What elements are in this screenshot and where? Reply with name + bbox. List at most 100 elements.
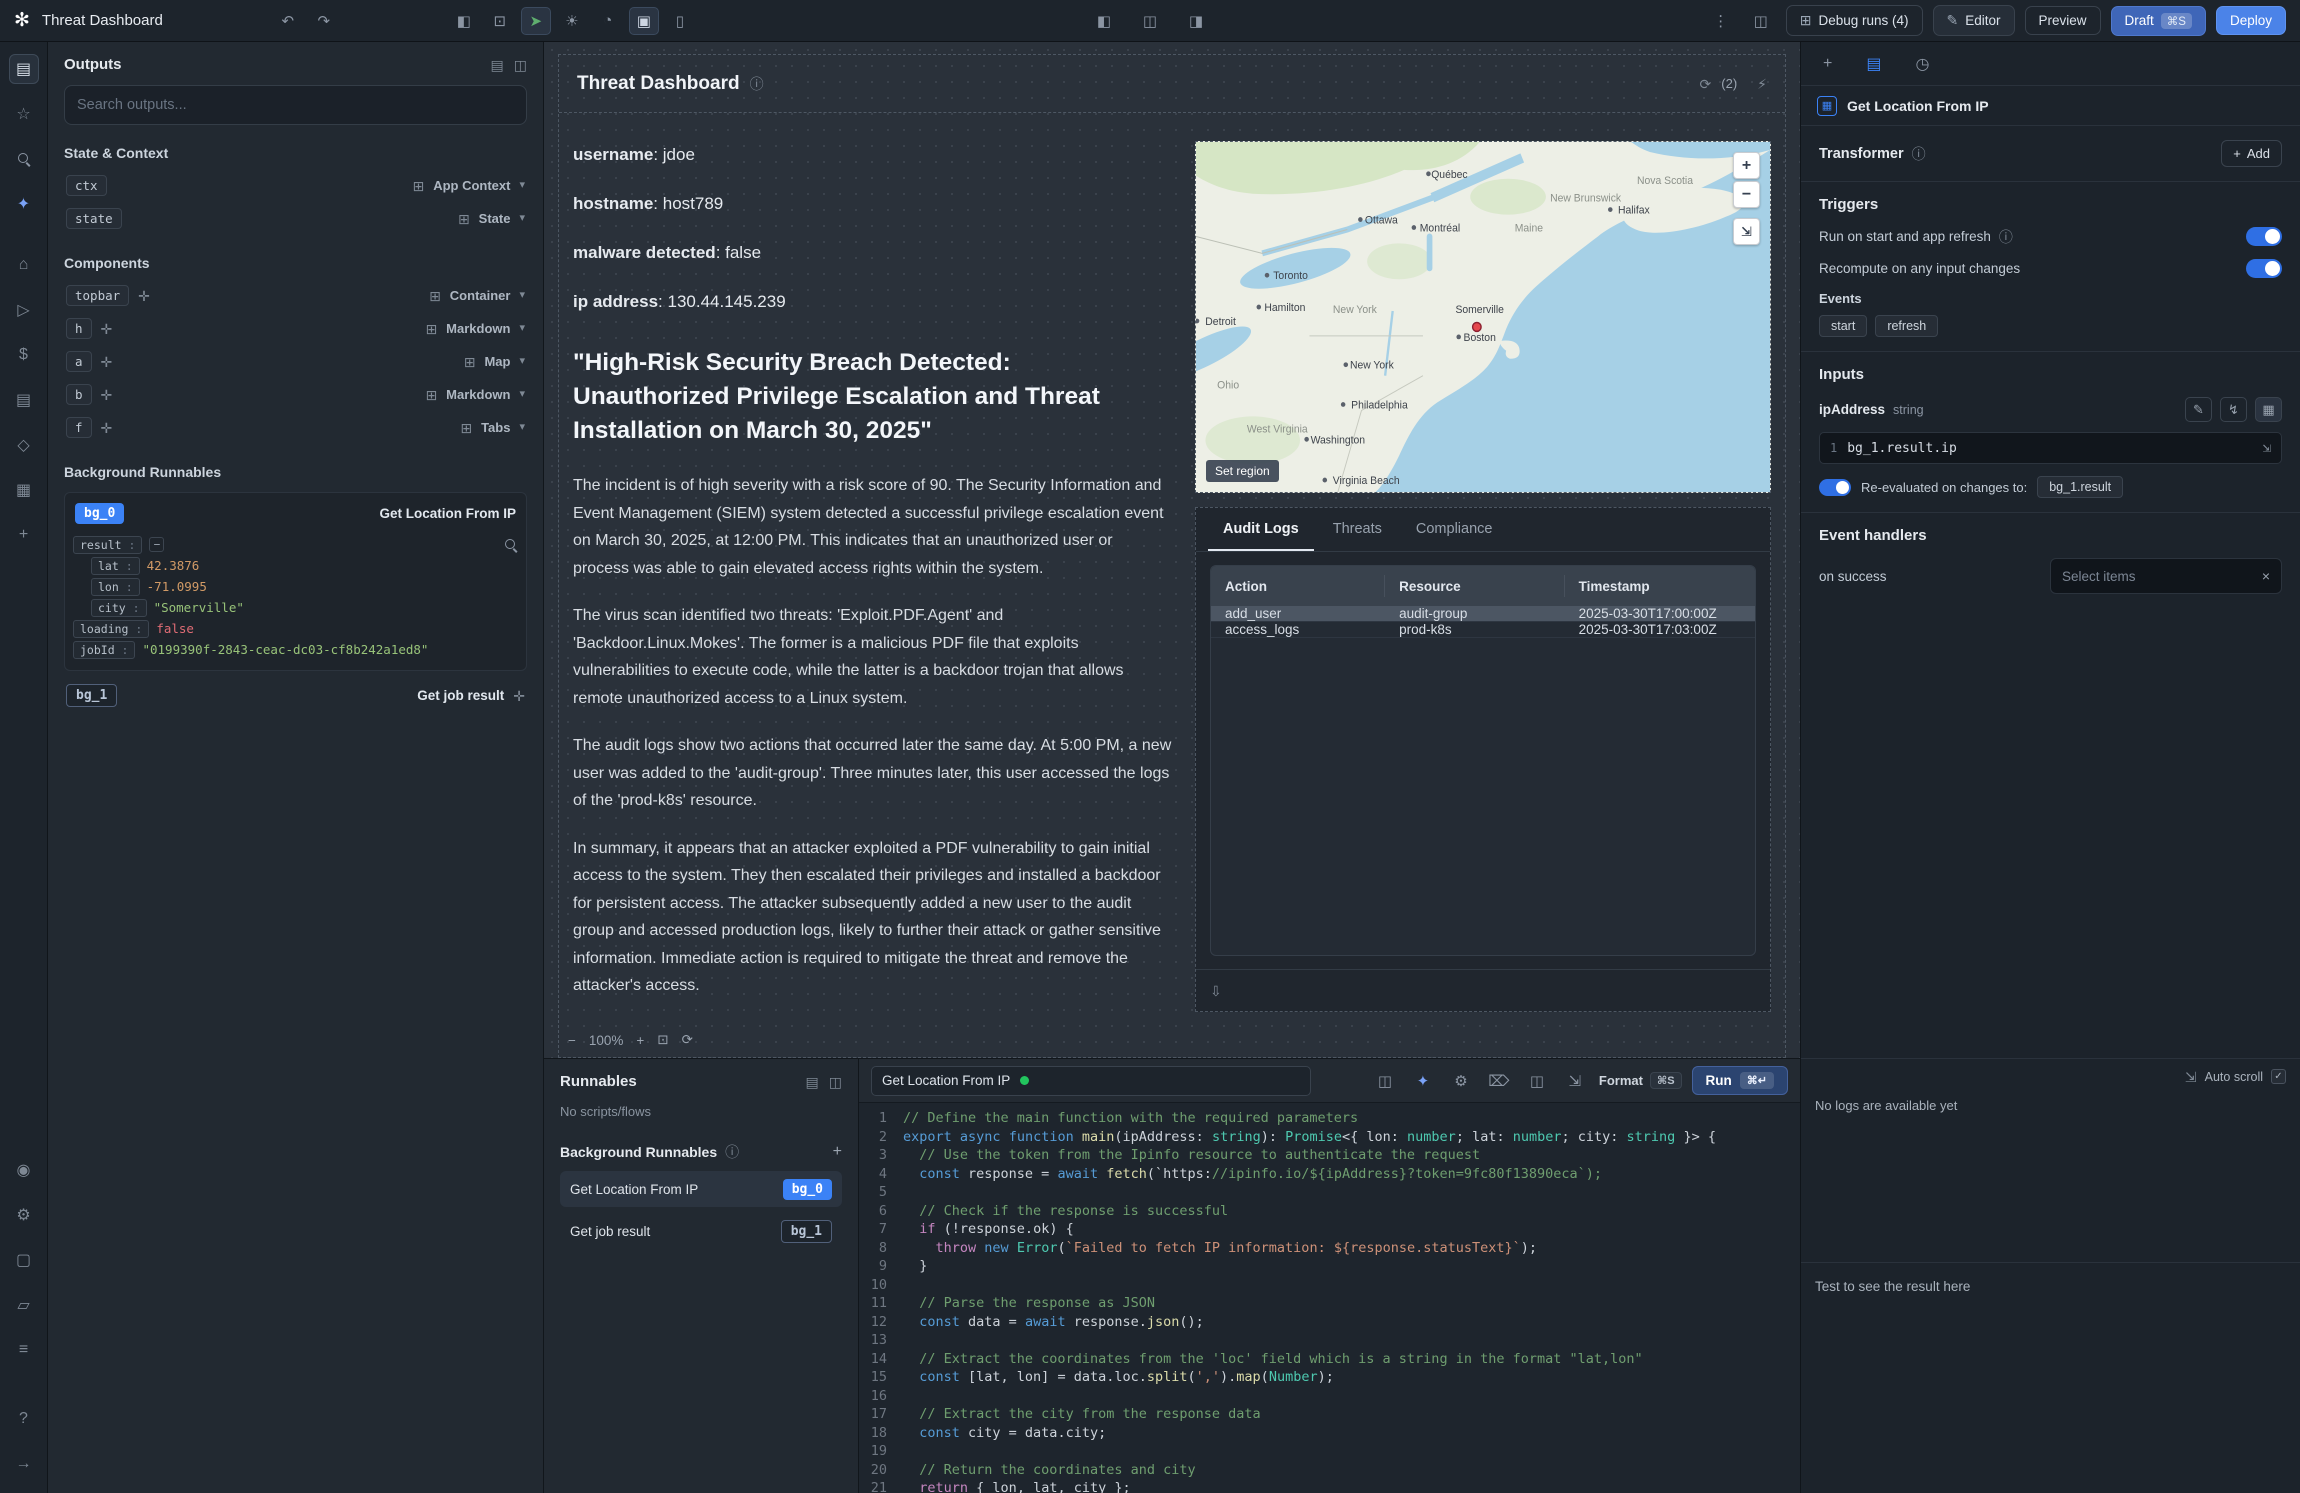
redo-button[interactable]: ↷ <box>309 7 339 35</box>
recompute-toggle[interactable] <box>2246 259 2282 278</box>
editor-settings-icon[interactable]: ⚙ <box>1447 1068 1475 1094</box>
output-row-topbar[interactable]: topbar✛⊞Container▾ <box>64 279 527 312</box>
outputs-search-input[interactable] <box>77 97 514 113</box>
runnable-item[interactable]: Get job resultbg_1 <box>560 1213 842 1249</box>
library-icon[interactable]: ◫ <box>1523 1068 1551 1094</box>
map-component[interactable]: QuébecNew BrunswickNova ScotiaHalifaxMon… <box>1195 141 1771 493</box>
delete-script-icon[interactable]: ⌦ <box>1485 1068 1513 1094</box>
run-on-start-toggle[interactable] <box>2246 227 2282 246</box>
event-badge-refresh[interactable]: refresh <box>1875 315 1938 337</box>
reeval-toggle[interactable] <box>1819 479 1851 496</box>
on-success-select[interactable]: Select items × <box>2050 558 2282 594</box>
more-menu-icon[interactable]: ⋮ <box>1706 7 1736 35</box>
map[interactable]: QuébecNew BrunswickNova ScotiaHalifaxMon… <box>1196 142 1770 492</box>
pointer-mode-icon[interactable]: ➤ <box>521 7 551 35</box>
folders-icon[interactable]: ▱ <box>9 1290 39 1320</box>
set-region-button[interactable]: Set region <box>1206 460 1279 482</box>
edit-input-icon[interactable]: ✎ <box>2185 397 2212 422</box>
editor-button[interactable]: ✎ Editor <box>1933 5 2015 36</box>
runs-nav-icon[interactable]: ▷ <box>9 295 39 325</box>
output-row-b[interactable]: b✛⊞Markdown▾ <box>64 378 527 411</box>
expand-editor-icon[interactable]: ⇲ <box>1561 1068 1589 1094</box>
insert-component-icon[interactable]: + <box>1823 55 1832 73</box>
user-icon[interactable]: ◉ <box>9 1155 39 1185</box>
output-row-ctx[interactable]: ctx⊞App Context▾ <box>64 169 527 202</box>
theme-toggle-icon[interactable]: ☀ <box>557 7 587 35</box>
output-row-state[interactable]: state⊞State▾ <box>64 202 527 235</box>
format-button[interactable]: Format ⌘S <box>1599 1072 1682 1089</box>
tab-compliance[interactable]: Compliance <box>1401 508 1508 551</box>
bg0-badge[interactable]: bg_0 <box>75 503 124 524</box>
outputs-collapse-icon[interactable]: ◫ <box>514 58 527 72</box>
clear-select-icon[interactable]: × <box>2262 568 2270 584</box>
eval-input-icon[interactable]: ▦ <box>2255 397 2282 422</box>
reeval-dependency-badge[interactable]: bg_1.result <box>2037 476 2123 498</box>
event-badge-start[interactable]: start <box>1819 315 1867 337</box>
bg1-row[interactable]: bg_1 Get job result ✛ <box>64 679 527 712</box>
tree-row-result[interactable]: result − <box>73 534 518 555</box>
bg0-row[interactable]: bg_0 Get Location From IP <box>73 497 518 530</box>
runnable-item[interactable]: Get Location From IPbg_0 <box>560 1171 842 1207</box>
tab-threats[interactable]: Threats <box>1318 508 1397 551</box>
runnables-layout-icon[interactable]: ▤ <box>806 1075 819 1089</box>
schedules-icon[interactable]: ◇ <box>9 430 39 460</box>
expand-expression-icon[interactable]: ⇲ <box>2263 441 2271 455</box>
style-tag-icon[interactable]: ◷ <box>1915 54 1929 74</box>
docs-icon[interactable]: ◫ <box>1746 7 1776 35</box>
code-area[interactable]: 1// Define the main function with the re… <box>859 1103 1800 1493</box>
variables-icon[interactable]: $ <box>9 340 39 370</box>
split-view-icon[interactable]: ◫ <box>1135 7 1165 35</box>
app-topbar-component[interactable]: Threat Dashboard ⓘ ⟳ (2) ⚡ <box>559 55 1785 113</box>
toggle-panel-icon[interactable]: ◧ <box>449 7 479 35</box>
table-header-cell[interactable]: Action <box>1211 575 1385 597</box>
download-icon[interactable]: ⇩ <box>1210 984 1222 998</box>
table-header-cell[interactable]: Timestamp <box>1565 575 1755 597</box>
tree-row-jobid[interactable]: jobId "0199390f-2843-ceac-dc03-cf8b242a1… <box>73 639 518 660</box>
collapse-toggle[interactable]: − <box>149 537 164 552</box>
ai-wand-icon[interactable]: ✦ <box>9 189 39 219</box>
help-icon[interactable]: ? <box>9 1404 39 1434</box>
draft-button[interactable]: Draft ⌘S <box>2111 6 2206 36</box>
component-library-icon[interactable]: ▤ <box>9 54 39 84</box>
output-row-f[interactable]: f✛⊞Tabs▾ <box>64 411 527 444</box>
search-icon[interactable] <box>504 538 518 552</box>
map-locate-button[interactable]: ⇲ <box>1733 218 1760 245</box>
undo-button[interactable]: ↶ <box>273 7 303 35</box>
calendar-icon[interactable]: ▦ <box>9 475 39 505</box>
output-row-a[interactable]: a✛⊞Map▾ <box>64 345 527 378</box>
map-marker[interactable] <box>1473 322 1482 331</box>
refresh-app-icon[interactable]: ⟳ <box>1700 77 1712 91</box>
connect-input-icon[interactable]: ↯ <box>2220 397 2247 422</box>
preview-button[interactable]: Preview <box>2025 6 2101 35</box>
resources-icon[interactable]: ▤ <box>9 385 39 415</box>
add-runnable-button[interactable]: + <box>833 1143 842 1161</box>
deploy-button[interactable]: Deploy <box>2216 6 2286 35</box>
search-icon[interactable] <box>9 144 39 174</box>
mobile-view-icon[interactable]: ▯ <box>665 7 695 35</box>
collapse-right-panel-icon[interactable]: ◨ <box>1181 7 1211 35</box>
workspace-icon[interactable]: ▢ <box>9 1245 39 1275</box>
run-button[interactable]: Run ⌘↵ <box>1692 1066 1788 1095</box>
input-expression-editor[interactable]: 1 bg_1.result.ip ⇲ <box>1819 432 2282 464</box>
app-canvas[interactable]: Threat Dashboard ⓘ ⟳ (2) ⚡ username: jdo… <box>544 42 1800 1058</box>
outputs-search[interactable] <box>64 85 527 125</box>
markdown-component[interactable]: username: jdoehostname: host789malware d… <box>573 127 1173 1057</box>
auto-scroll-checkbox[interactable]: ✓ <box>2271 1069 2286 1084</box>
logout-icon[interactable]: → <box>9 1449 39 1479</box>
menu-icon[interactable]: ≡ <box>9 1335 39 1365</box>
diff-icon[interactable]: ◫ <box>1371 1068 1399 1094</box>
map-zoom-out-button[interactable]: − <box>1733 181 1760 208</box>
desktop-view-icon[interactable]: ▣ <box>629 7 659 35</box>
favorites-icon[interactable]: ☆ <box>9 99 39 129</box>
ai-assist-icon[interactable]: ✦ <box>1409 1068 1437 1094</box>
runnables-collapse-icon[interactable]: ◫ <box>829 1075 842 1089</box>
zoom-out-button[interactable]: − <box>568 1033 576 1048</box>
tree-row-lat[interactable]: lat 42.3876 <box>73 555 518 576</box>
history-icon[interactable]: ◔ <box>593 7 623 35</box>
map-zoom-in-button[interactable]: + <box>1733 152 1760 179</box>
bg1-badge[interactable]: bg_1 <box>66 684 117 707</box>
settings-icon[interactable]: ⚙ <box>9 1200 39 1230</box>
reset-zoom-icon[interactable]: ⟳ <box>682 1032 693 1048</box>
add-icon[interactable]: + <box>9 520 39 550</box>
table-header-cell[interactable]: Resource <box>1385 575 1565 597</box>
